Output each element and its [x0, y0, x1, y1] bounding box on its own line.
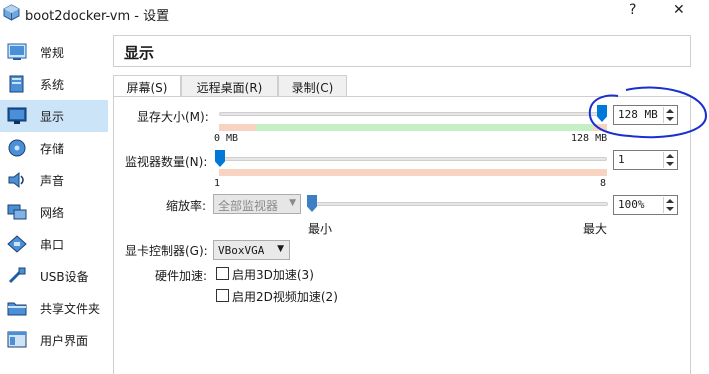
spinbox-arrows[interactable]	[663, 152, 676, 168]
scale-factor-min-label: 最小	[308, 222, 333, 236]
monitor-count-spinbox[interactable]: 1	[613, 150, 678, 170]
sidebar-item-audio[interactable]: 声音	[0, 164, 108, 196]
spin-down-icon[interactable]	[666, 162, 674, 166]
graphics-controller-value: VBoxVGA	[218, 244, 265, 257]
video-memory-low-range	[219, 124, 256, 131]
graphics-controller-label: 显卡控制器(G):	[125, 244, 208, 258]
virtualbox-app-icon	[3, 4, 20, 21]
monitor-count-slider-track[interactable]	[219, 157, 607, 161]
sidebar-item-shared-folders[interactable]: 共享文件夹	[0, 292, 108, 324]
network-icon	[7, 203, 27, 221]
tab-recording[interactable]: 录制(C)	[278, 75, 347, 97]
spinbox-arrows[interactable]	[663, 197, 676, 213]
window-title: boot2docker-vm - 设置	[25, 9, 170, 24]
spin-down-icon[interactable]	[666, 207, 674, 211]
settings-sidebar: 常规 系统 显示 存储 声音 网络 串口 USB设备 共享文件夹 用户界面	[0, 36, 108, 374]
annotation-circle	[588, 86, 708, 139]
sidebar-item-usb[interactable]: USB设备	[0, 260, 108, 292]
scale-factor-slider-track[interactable]	[311, 202, 608, 206]
sidebar-item-general[interactable]: 常规	[0, 36, 108, 68]
chevron-down-icon: ▼	[277, 244, 284, 254]
general-icon	[7, 43, 27, 61]
sidebar-item-label: 串口	[40, 238, 65, 252]
title-bar: boot2docker-vm - 设置 ? ✕	[0, 0, 709, 26]
help-button[interactable]: ?	[629, 2, 636, 18]
scale-factor-value: 100%	[618, 198, 645, 211]
sidebar-item-label: 共享文件夹	[40, 302, 101, 316]
sidebar-item-user-interface[interactable]: 用户界面	[0, 324, 108, 356]
sidebar-item-label: 系统	[40, 78, 65, 92]
scale-factor-max-label: 最大	[583, 222, 608, 236]
scale-factor-label: 缩放率:	[166, 199, 207, 213]
monitor-count-label: 监视器数量(N):	[125, 155, 208, 169]
sidebar-item-label: USB设备	[40, 270, 89, 284]
video-memory-min-label: 0 MB	[214, 133, 239, 144]
acceleration-label: 硬件加速:	[155, 269, 208, 283]
serial-port-icon	[7, 235, 27, 253]
sidebar-item-label: 显示	[40, 110, 65, 124]
sidebar-item-label: 用户界面	[40, 334, 89, 348]
sidebar-item-label: 存储	[40, 142, 65, 156]
enable-3d-label[interactable]: 启用3D加速(3)	[232, 266, 314, 283]
spin-up-icon[interactable]	[666, 199, 674, 203]
monitor-count-range	[219, 169, 607, 176]
sidebar-item-network[interactable]: 网络	[0, 196, 108, 228]
enable-2d-video-checkbox[interactable]	[216, 289, 229, 302]
video-memory-ok-range	[256, 124, 593, 131]
sidebar-item-storage[interactable]: 存储	[0, 132, 108, 164]
sidebar-item-serial-port[interactable]: 串口	[0, 228, 108, 260]
scale-factor-spinbox[interactable]: 100%	[613, 195, 678, 215]
chevron-down-icon: ▼	[289, 198, 296, 208]
video-memory-slider-track[interactable]	[219, 112, 607, 116]
sidebar-item-label: 声音	[40, 174, 65, 188]
system-icon	[7, 75, 27, 93]
scale-monitor-combo-value: 全部监视器	[218, 199, 279, 213]
display-icon	[7, 107, 27, 125]
tab-screen[interactable]: 屏幕(S)	[113, 75, 181, 98]
usb-icon	[7, 267, 27, 285]
sidebar-item-display[interactable]: 显示	[0, 100, 108, 132]
user-interface-icon	[7, 331, 27, 349]
spin-up-icon[interactable]	[666, 154, 674, 158]
tab-remote-display[interactable]: 远程桌面(R)	[181, 75, 278, 97]
page-title: 显示	[124, 44, 155, 62]
sidebar-item-label: 网络	[40, 206, 65, 220]
enable-3d-checkbox[interactable]	[216, 267, 229, 280]
monitor-count-min-label: 1	[214, 178, 221, 189]
video-memory-label: 显存大小(M):	[137, 110, 209, 124]
monitor-count-value: 1	[618, 153, 625, 166]
sidebar-item-system[interactable]: 系统	[0, 68, 108, 100]
monitor-count-max-label: 8	[600, 178, 607, 189]
scale-monitor-combo: 全部监视器 ▼	[213, 194, 301, 214]
close-button[interactable]: ✕	[673, 2, 685, 18]
audio-icon	[7, 171, 27, 189]
section-header: 显示	[113, 35, 691, 67]
enable-2d-video-label[interactable]: 启用2D视频加速(2)	[232, 288, 338, 305]
shared-folder-icon	[7, 299, 27, 317]
storage-icon	[7, 139, 27, 157]
sidebar-item-label: 常规	[40, 46, 65, 60]
graphics-controller-combo[interactable]: VBoxVGA ▼	[213, 240, 290, 260]
